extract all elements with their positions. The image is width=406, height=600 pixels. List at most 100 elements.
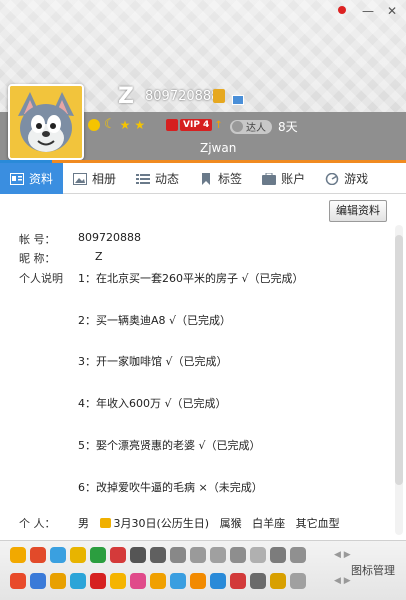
service-icon[interactable] [230,547,246,563]
qq-level[interactable]: ☾ ★ ★ [88,117,146,132]
service-icon-row [10,547,306,563]
wallet-icon [262,172,277,185]
profile-card-icon [10,172,24,185]
nickname-label: 昵 称： [19,252,56,265]
tab-label: 游戏 [344,172,369,186]
service-icon[interactable] [270,573,286,589]
intro-item: 6：改掉爱吹牛逼的毛病 ×（未完成） [78,481,263,494]
service-icon[interactable] [190,573,206,589]
tab-feed[interactable]: 动态 [126,160,189,194]
vip-crown-icon [166,119,178,131]
service-icon[interactable] [70,573,86,589]
intro-item: 4：年收入600万 √（已完成） [78,397,227,410]
personal-info: 男 3月30日(公历生日) 属猴 白羊座 其它血型 [78,515,340,531]
service-icon[interactable] [250,573,266,589]
service-icons-bar: ◀ ▶ ◀ ▶ 图标管理 [0,540,406,600]
scroll-arrows-icon[interactable]: ◀ ▶ [334,576,351,586]
member-badge-icon[interactable] [213,89,225,103]
card-icon[interactable] [232,95,244,105]
intro-item: 3：开一家咖啡馆 √（已完成） [78,355,228,368]
service-icon[interactable] [130,573,146,589]
service-icon[interactable] [290,573,306,589]
account-label: 帐 号： [19,233,56,246]
service-icon[interactable] [190,547,206,563]
window-controls: — ✕ [360,4,400,18]
service-icon[interactable] [10,573,26,589]
birthday: 3月30日(公历生日) [113,517,210,530]
skin-icon[interactable] [338,6,346,14]
zodiac: 属猴 [219,517,242,530]
icon-manage-link[interactable]: 图标管理 [351,562,395,578]
tab-profile[interactable]: 资料 [0,160,64,194]
service-icon[interactable] [210,547,226,563]
service-icon[interactable] [110,547,126,563]
service-icon[interactable] [210,573,226,589]
service-icon[interactable] [170,573,186,589]
scroll-arrows-icon[interactable]: ◀ ▶ [334,550,351,560]
star-icon: ★ [119,118,131,132]
personal-label: 个 人： [19,517,56,530]
constellation: 白羊座 [252,517,286,530]
service-icon[interactable] [150,573,166,589]
birthday-crown-icon [99,518,111,528]
avatar[interactable] [8,84,84,160]
tom-cat-avatar-icon [10,86,82,158]
daren-badge[interactable]: 达人 8天 [230,118,298,135]
service-icon[interactable] [50,547,66,563]
tab-label: 账户 [281,172,306,186]
service-icon[interactable] [90,573,106,589]
close-button[interactable]: ✕ [384,4,400,18]
daren-pill: 达人 [230,119,272,134]
service-icon[interactable] [170,547,186,563]
tab-label: 相册 [92,172,117,186]
tab-tags[interactable]: 标签 [189,160,252,194]
vip-arrow-icon: ↑ [214,119,223,131]
service-icon-row [10,573,306,589]
service-icon[interactable] [250,547,266,563]
daren-label: 达人 [246,123,266,134]
service-icon[interactable] [30,573,46,589]
moon-icon: ☾ [104,117,116,132]
service-icon[interactable] [270,547,286,563]
edit-profile-button[interactable]: 编辑资料 [329,200,387,222]
minimize-button[interactable]: — [360,4,376,18]
profile-details: 编辑资料 帐 号： 809720888 昵 称： Z 个人说明 1：在北京买一套… [0,195,406,540]
service-icon[interactable] [50,573,66,589]
service-icon[interactable] [150,547,166,563]
service-icon[interactable] [70,547,86,563]
vip-badge[interactable]: VIP 4 ↑ [166,118,223,132]
photo-icon [73,172,88,185]
tab-album[interactable]: 相册 [63,160,126,194]
gender: 男 [78,517,89,530]
list-icon [136,173,151,184]
intro-item: 2：买一辆奥迪A8 √（已完成） [78,314,232,327]
qq-number: 809720888 [145,89,220,104]
star-icon: ★ [134,118,146,132]
sun-icon [88,119,100,131]
intro-item: 1：在北京买一套260平米的房子 √（已完成） [78,272,304,285]
tab-account[interactable]: 账户 [252,160,315,194]
service-icon[interactable] [110,573,126,589]
service-icon[interactable] [30,547,46,563]
tab-games[interactable]: 游戏 [315,160,378,194]
service-icon[interactable] [290,547,306,563]
service-icon[interactable] [230,573,246,589]
service-icon[interactable] [10,547,26,563]
tab-label: 动态 [155,172,180,186]
daren-days: 8天 [278,120,298,134]
service-icon[interactable] [130,547,146,563]
blood-type: 其它血型 [295,517,340,530]
signature[interactable]: Zjwan [200,141,236,155]
profile-header: — ✕ Z 809720888 ☾ ★ ★ VIP 4 ↑ 达人 8天 Zjwa… [0,0,406,160]
tab-label: 资料 [29,172,54,186]
account-value: 809720888 [78,231,141,244]
service-icon[interactable] [90,547,106,563]
scrollbar-thumb[interactable] [395,235,403,485]
daren-face-icon [232,121,243,132]
game-icon [325,172,339,185]
bookmark-icon [202,172,211,185]
intro-item: 5：娶个漂亮贤惠的老婆 √（已完成） [78,439,261,452]
tab-accent-stripe [0,160,406,163]
intro-label: 个人说明 [19,272,63,285]
tab-bar: 资料 相册 动态 标签 账户 游戏 [0,160,406,194]
